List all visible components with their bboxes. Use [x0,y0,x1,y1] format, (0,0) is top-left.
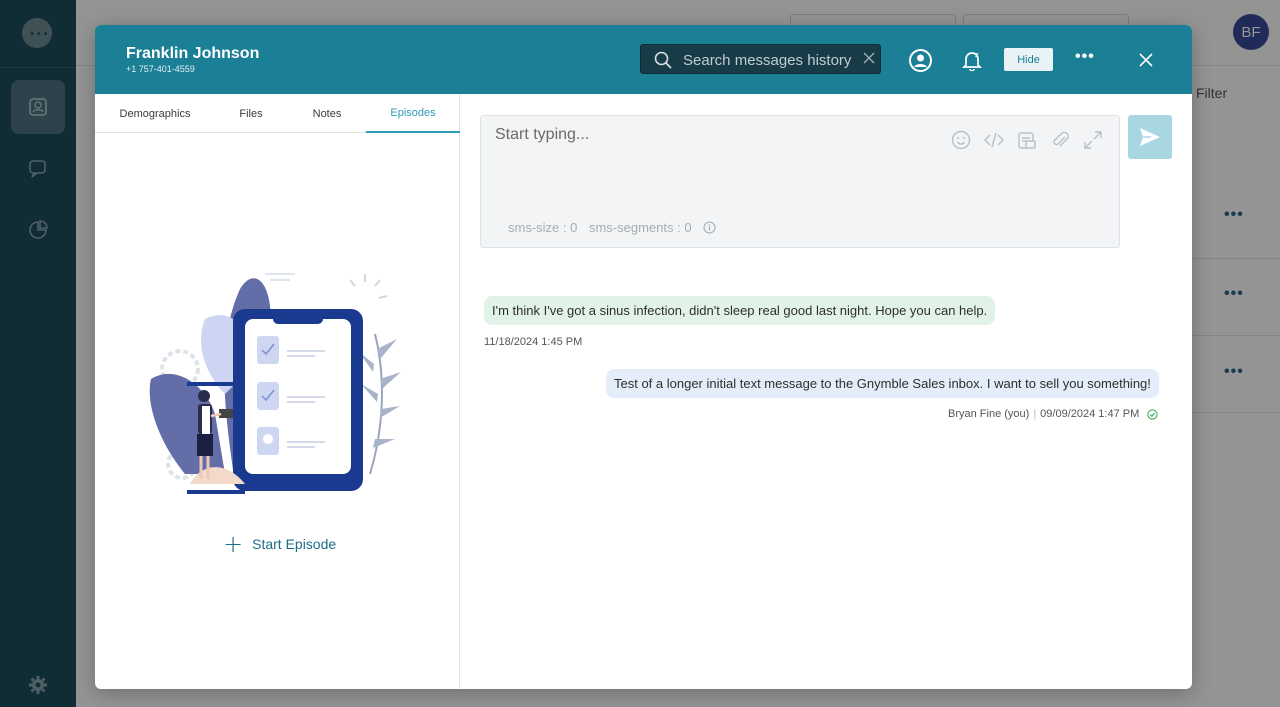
message-input[interactable] [495,126,935,156]
code-icon [984,132,1004,148]
outbound-timestamp: 09/09/2024 1:47 PM [1040,408,1140,420]
expand-icon [1084,131,1102,149]
close-button[interactable] [1133,47,1159,73]
clear-search-icon[interactable] [862,51,876,65]
start-episode-label: Start Episode [252,536,337,552]
tab-demographics[interactable]: Demographics [95,94,215,133]
emoji-button[interactable] [949,128,973,152]
search-box [640,44,881,74]
meta-divider: | [1033,408,1037,420]
info-icon[interactable] [703,221,716,234]
inbound-message: I'm think I've got a sinus infection, di… [484,296,996,325]
empty-episodes-illustration [149,273,401,494]
tab-episodes[interactable]: Episodes [366,94,460,133]
outbound-message: Test of a longer initial text message to… [606,369,1159,398]
details-tabs: Demographics Files Notes Episodes [95,94,460,133]
outbound-meta: Bryan Fine (you) | 09/09/2024 1:47 PM [948,408,1158,420]
modal-header: Franklin Johnson +1 757-401-4559 z Hide … [95,25,1192,94]
paperclip-icon [1053,131,1069,147]
message-composer: sms-size : 0 sms-segments : 0 [480,115,1120,248]
sms-segments: sms-segments : 0 [588,220,692,235]
send-button[interactable] [1128,115,1172,159]
attach-button[interactable] [1048,128,1072,152]
hide-button[interactable]: Hide [1004,48,1053,71]
tab-notes[interactable]: Notes [287,94,367,133]
svg-text:z: z [975,51,979,59]
template-icon [1018,132,1036,149]
close-icon [1139,53,1153,67]
reminder-button[interactable]: z [959,47,985,73]
contact-phone: +1 757-401-4559 [126,64,195,74]
emoji-icon [951,130,971,150]
sms-size: sms-size : 0 [508,220,578,235]
contact-modal: Franklin Johnson +1 757-401-4559 z Hide … [95,25,1192,689]
contact-details-panel: Demographics Files Notes Episodes + Star… [95,94,460,689]
contact-name: Franklin Johnson [126,45,260,62]
inbound-timestamp: 11/18/2024 1:45 PM [484,336,583,348]
expand-button[interactable] [1081,128,1105,152]
send-icon [1140,128,1160,146]
user-circle-icon [908,48,932,72]
sms-counters: sms-size : 0 sms-segments : 0 [508,220,716,235]
search-input[interactable] [683,49,853,71]
template-button[interactable] [1015,128,1039,152]
more-options-icon[interactable]: ••• [1075,48,1095,66]
search-icon [654,51,672,69]
message-sender: Bryan Fine (you) [948,408,1030,420]
tab-files[interactable]: Files [215,94,287,133]
plus-icon: + [223,530,244,558]
contact-profile-button[interactable] [907,47,933,73]
bell-icon: z [961,51,983,71]
code-button[interactable] [982,128,1006,152]
start-episode-button[interactable]: + Start Episode [223,532,336,556]
delivered-check-icon [1147,408,1158,420]
